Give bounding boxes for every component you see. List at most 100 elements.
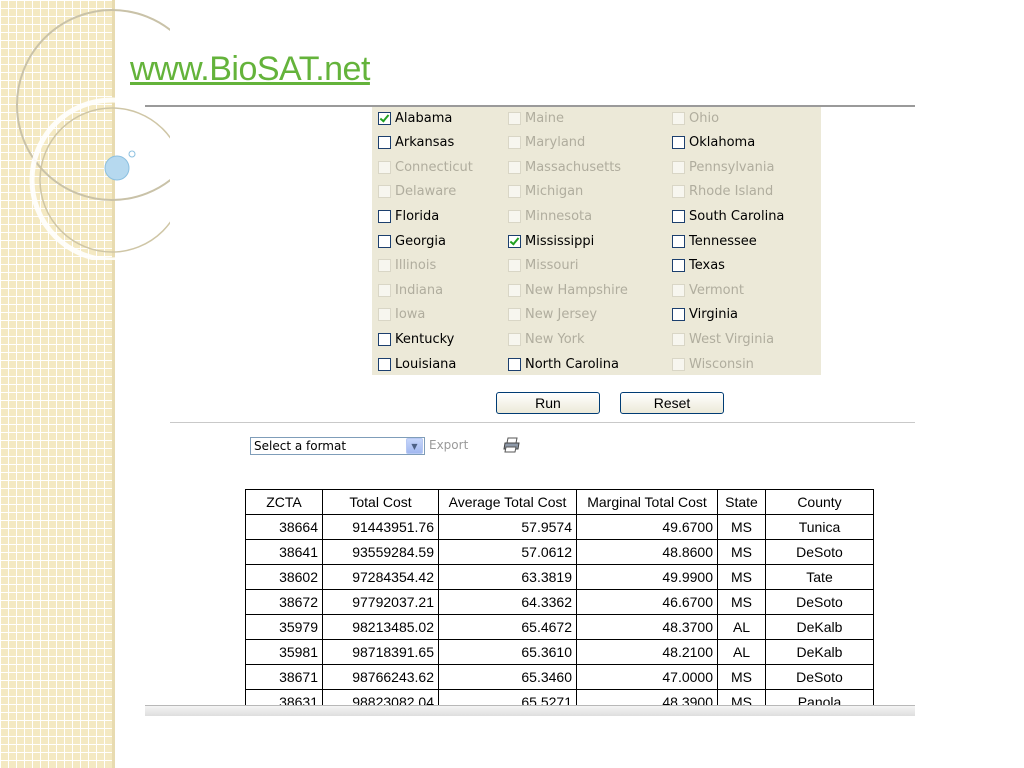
state-checkbox-new-hampshire: New Hampshire (508, 280, 628, 300)
state-label: Florida (395, 208, 440, 224)
state-label: Kentucky (395, 331, 455, 347)
state-checkbox-kentucky[interactable]: Kentucky (378, 329, 454, 349)
column-header[interactable]: Total Cost (322, 489, 439, 515)
table-cell: 93559284.59 (322, 539, 439, 565)
column-header[interactable]: County (765, 489, 874, 515)
state-checkbox-oklahoma[interactable]: Oklahoma (672, 133, 755, 153)
column-header[interactable]: ZCTA (245, 489, 323, 515)
table-cell: MS (717, 664, 766, 690)
table-cell: 48.8600 (576, 539, 718, 565)
checkbox[interactable] (378, 357, 391, 371)
state-checkbox-texas[interactable]: Texas (672, 256, 725, 276)
page-title[interactable]: www.BioSAT.net (130, 50, 370, 89)
table-row[interactable]: 38602 97284354.42 63.3819 49.9900 MS Tate (245, 564, 874, 590)
state-label: North Carolina (525, 356, 619, 372)
state-checkbox-indiana: Indiana (378, 280, 443, 300)
checkbox[interactable] (508, 357, 521, 371)
table-cell: 38664 (245, 514, 323, 540)
table-cell: 97284354.42 (322, 564, 439, 590)
state-checkbox-west-virginia: West Virginia (672, 329, 774, 349)
table-row[interactable]: 38664 91443951.76 57.9574 49.6700 MS Tunica (245, 514, 874, 540)
table-row[interactable]: 35979 98213485.02 65.4672 48.3700 AL DeKalb (245, 614, 874, 640)
state-label: Maryland (525, 135, 586, 151)
table-cell: AL (717, 614, 766, 640)
column-header[interactable]: Marginal Total Cost (576, 489, 718, 515)
table-cell: 38631 (245, 689, 323, 706)
checkbox[interactable] (378, 136, 391, 150)
export-link[interactable]: Export (429, 438, 468, 452)
checkbox[interactable] (378, 209, 391, 223)
state-label: Virginia (689, 307, 739, 323)
state-label: Delaware (395, 184, 457, 200)
state-checkbox-florida[interactable]: Florida (378, 206, 439, 226)
table-row[interactable]: 35981 98718391.65 65.3610 48.2100 AL DeKalb (245, 639, 874, 665)
table-cell: 38671 (245, 664, 323, 690)
table-cell: MS (717, 689, 766, 706)
state-checkbox-alabama[interactable]: Alabama (378, 108, 452, 128)
table-cell: 98823082.04 (322, 689, 439, 706)
state-checkbox-panel: Alabama Arkansas Connecticut Delaware Florid… (372, 107, 821, 375)
checkbox[interactable] (378, 111, 391, 125)
state-label: Wisconsin (689, 356, 754, 372)
state-label: Tennessee (689, 233, 757, 249)
table-cell: 48.3700 (576, 614, 718, 640)
chevron-down-icon[interactable]: ▼ (406, 438, 423, 454)
table-row[interactable]: 38672 97792037.21 64.3362 46.6700 MS DeSoto (245, 589, 874, 615)
state-label: Georgia (395, 233, 446, 249)
checkbox[interactable] (672, 259, 685, 273)
table-cell: 98213485.02 (322, 614, 439, 640)
state-label: Connecticut (395, 159, 473, 175)
checkbox[interactable] (672, 136, 685, 150)
checkbox[interactable] (378, 234, 391, 248)
state-checkbox-tennessee[interactable]: Tennessee (672, 231, 757, 251)
reset-button[interactable]: Reset (620, 392, 724, 414)
table-cell: MS (717, 589, 766, 615)
checkbox[interactable] (508, 234, 521, 248)
state-checkbox-delaware: Delaware (378, 182, 456, 202)
table-cell: DeSoto (765, 539, 874, 565)
table-cell: 35979 (245, 614, 323, 640)
checkbox[interactable] (672, 209, 685, 223)
table-cell: 57.0612 (438, 539, 577, 565)
table-cell: MS (717, 539, 766, 565)
table-cell: Panola (765, 689, 874, 706)
table-cell: DeSoto (765, 664, 874, 690)
column-header[interactable]: Average Total Cost (438, 489, 577, 515)
checkbox[interactable] (672, 308, 685, 322)
checkbox (508, 111, 521, 125)
state-checkbox-mississippi[interactable]: Mississippi (508, 231, 594, 251)
printer-icon[interactable] (503, 437, 521, 453)
table-cell: 65.5271 (438, 689, 577, 706)
checkbox[interactable] (672, 234, 685, 248)
table-cell: 35981 (245, 639, 323, 665)
table-cell: AL (717, 639, 766, 665)
checkbox (378, 259, 391, 273)
checkbox (508, 308, 521, 322)
table-cell: DeKalb (765, 639, 874, 665)
run-button[interactable]: Run (496, 392, 600, 414)
results-table-container[interactable]: ZCTA Total Cost Average Total Cost Marginal… (245, 489, 875, 706)
table-cell: 38672 (245, 589, 323, 615)
state-label: Pennsylvania (689, 159, 775, 175)
state-checkbox-louisiana[interactable]: Louisiana (378, 354, 456, 374)
checkbox[interactable] (378, 332, 391, 346)
table-scroll-edge[interactable] (145, 705, 915, 716)
column-header[interactable]: State (717, 489, 766, 515)
table-row[interactable]: 38641 93559284.59 57.0612 48.8600 MS DeSoto (245, 539, 874, 565)
state-checkbox-virginia[interactable]: Virginia (672, 305, 738, 325)
state-checkbox-arkansas[interactable]: Arkansas (378, 133, 454, 153)
decorative-circles (16, 9, 170, 260)
checkbox (672, 332, 685, 346)
state-checkbox-maryland: Maryland (508, 133, 585, 153)
state-checkbox-georgia[interactable]: Georgia (378, 231, 446, 251)
checkbox (378, 308, 391, 322)
table-row[interactable]: 38671 98766243.62 65.3460 47.0000 MS DeSoto (245, 664, 874, 690)
format-select[interactable]: Select a format ▼ (250, 437, 425, 455)
state-label: New York (525, 331, 585, 347)
state-checkbox-south-carolina[interactable]: South Carolina (672, 206, 784, 226)
state-checkbox-north-carolina[interactable]: North Carolina (508, 354, 619, 374)
table-cell: 98766243.62 (322, 664, 439, 690)
table-row[interactable]: 38631 98823082.04 65.5271 48.3900 MS Panola (245, 689, 874, 706)
table-cell: DeKalb (765, 614, 874, 640)
state-label: Minnesota (525, 208, 593, 224)
